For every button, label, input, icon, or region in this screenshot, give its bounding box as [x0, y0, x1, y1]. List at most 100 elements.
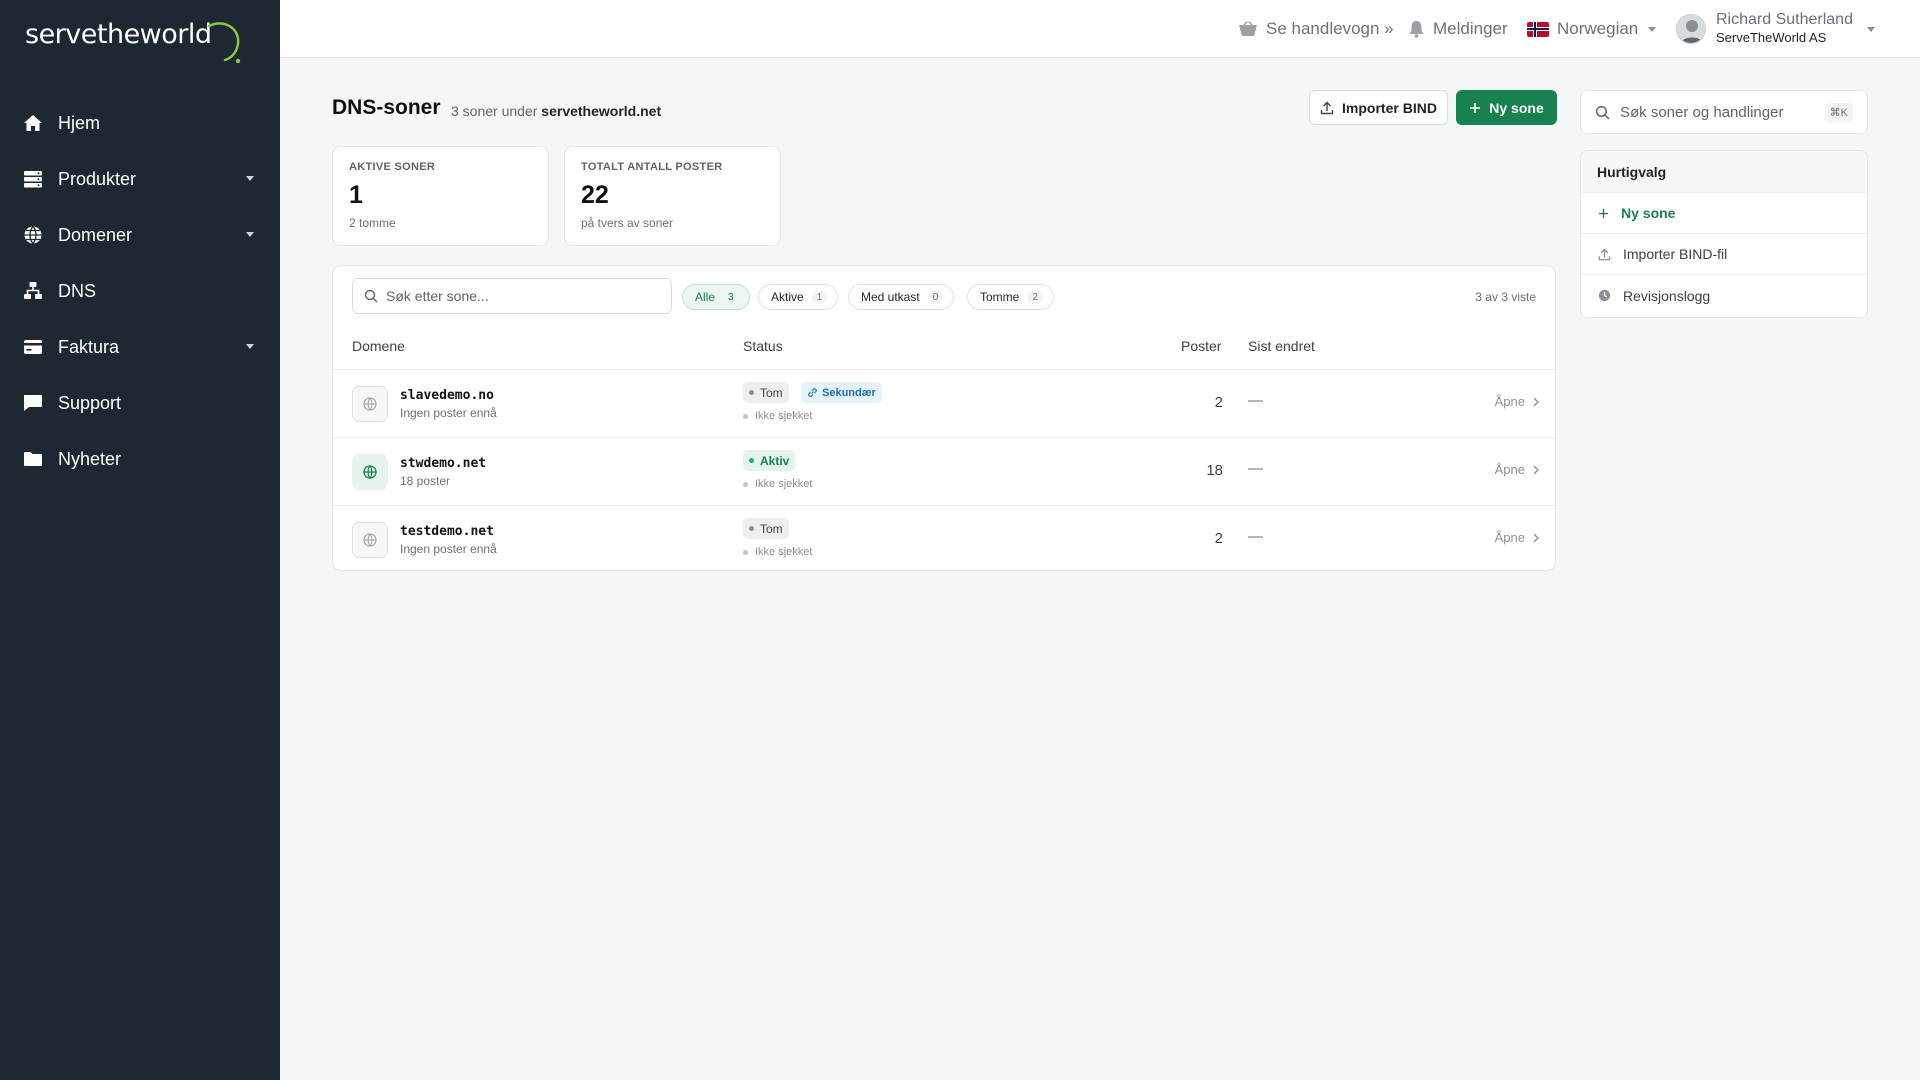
filter-count: 2 [1027, 290, 1043, 304]
user-company: ServeTheWorld AS [1716, 30, 1827, 45]
open-label: Åpne [1494, 462, 1525, 477]
results-count: 3 av 3 viste [1475, 290, 1536, 304]
subtitle-prefix: 3 soner under [451, 103, 538, 119]
cart-label: Se handlevogn » [1266, 19, 1394, 38]
cart-link[interactable]: Se handlevogn » [1238, 0, 1394, 58]
column-header-domain[interactable]: Domene [352, 338, 405, 354]
chevron-down-icon [1866, 26, 1875, 32]
sidebar-item-label: Produkter [58, 168, 137, 189]
basket-icon [1239, 21, 1257, 36]
upload-icon [1320, 101, 1334, 114]
status-label: Aktiv [760, 453, 790, 468]
user-menu[interactable]: Richard Sutherland ServeTheWorld AS [1676, 0, 1875, 58]
new-zone-button[interactable]: Ny sone [1456, 90, 1557, 125]
plus-icon [1470, 102, 1481, 113]
sidebar-item-label: Nyheter [58, 448, 122, 469]
sidebar-item-hjem[interactable]: Hjem [0, 95, 280, 151]
filter-count: 1 [811, 290, 828, 304]
filter-label: Tomme [980, 290, 1020, 304]
quick-item-label: Revisjonslogg [1623, 287, 1711, 304]
filter-label: Med utkast [861, 290, 920, 304]
brand-logo[interactable]: servetheworld [25, 20, 241, 68]
check-status: Ikke sjekket [743, 546, 812, 558]
zone-search-input[interactable]: Søk etter sone... [352, 278, 672, 314]
quick-item-new-zone[interactable]: Ny sone [1581, 193, 1867, 234]
zone-sub: 18 poster [400, 474, 451, 488]
filter-chip-alle[interactable]: Alle 3 [682, 284, 750, 310]
home-icon [23, 113, 43, 133]
stat-note: 2 tomme [349, 216, 396, 230]
status-dot [749, 526, 754, 531]
notifications-link[interactable]: Meldinger [1408, 0, 1508, 58]
filter-count: 3 [728, 291, 734, 303]
record-count: 18 [1206, 462, 1223, 479]
open-zone-link[interactable]: Åpne [1495, 394, 1539, 409]
column-header-records[interactable]: Poster [1181, 338, 1221, 354]
global-search-input[interactable]: Søk soner og handlinger ⌘K [1580, 90, 1868, 134]
record-count: 2 [1214, 394, 1223, 411]
open-zone-link[interactable]: Åpne [1495, 530, 1539, 545]
stat-card-active-zones: AKTIVE SONER 1 2 tomme [332, 146, 549, 246]
status-badge: Aktiv [743, 450, 796, 471]
quick-item-audit-log[interactable]: Revisjonslogg [1581, 275, 1867, 316]
quick-actions-title: Hurtigvalg [1581, 151, 1867, 193]
sidebar-item-faktura[interactable]: Faktura [0, 319, 280, 375]
stat-note: på tvers av soner [581, 216, 674, 230]
stat-label: AKTIVE SONER [349, 161, 436, 173]
sidebar-item-label: Hjem [58, 112, 101, 133]
new-zone-label: Ny sone [1489, 99, 1544, 116]
table-row[interactable]: testdemo.net Ingen poster ennå Tom Ikke … [333, 505, 1555, 573]
bell-icon [1409, 21, 1424, 38]
last-changed: — [1248, 392, 1263, 409]
globe-icon [352, 454, 388, 490]
open-zone-link[interactable]: Åpne [1495, 462, 1539, 477]
last-changed: — [1248, 528, 1263, 545]
subtitle-domain: servetheworld.net [541, 103, 662, 119]
table-row[interactable]: slavedemo.no Ingen poster ennå Tom Sekun… [333, 369, 1555, 437]
server-icon [23, 169, 43, 189]
filter-chip-aktive[interactable]: Aktive 1 [758, 284, 839, 310]
zone-domain[interactable]: testdemo.net [400, 524, 494, 539]
sidebar-item-produkter[interactable]: Produkter [0, 151, 280, 207]
column-header-changed[interactable]: Sist endret [1248, 338, 1315, 354]
filter-chip-tomme[interactable]: Tomme 2 [967, 284, 1054, 310]
sidebar-item-domener[interactable]: Domener [0, 207, 280, 263]
sidebar-item-support[interactable]: Support [0, 375, 280, 431]
search-icon [364, 289, 378, 303]
stat-card-total-records: TOTALT ANTALL POSTER 22 på tvers av sone… [564, 146, 781, 246]
zone-domain[interactable]: slavedemo.no [400, 388, 494, 403]
zone-search-placeholder: Søk etter sone... [386, 288, 489, 304]
user-info: Richard Sutherland ServeTheWorld AS [1716, 11, 1853, 47]
stat-value: 22 [581, 181, 609, 209]
user-name: Richard Sutherland [1716, 11, 1853, 28]
page-subtitle: 3 soner under servetheworld.net [451, 103, 661, 119]
globe-icon [23, 225, 43, 245]
open-label: Åpne [1494, 530, 1525, 545]
avatar [1676, 14, 1706, 44]
sitemap-icon [23, 281, 43, 301]
language-selector[interactable]: Norwegian [1527, 0, 1657, 58]
quick-item-import-bind[interactable]: Importer BIND-fil [1581, 234, 1867, 275]
filter-label: Aktive [771, 290, 804, 304]
table-row[interactable]: stwdemo.net 18 poster Aktiv Ikke sjekket… [333, 437, 1555, 505]
globe-icon [352, 386, 388, 422]
chat-icon [23, 393, 43, 413]
keyboard-shortcut: ⌘K [1824, 103, 1853, 122]
zone-sub: Ingen poster ennå [400, 406, 497, 420]
notifications-label: Meldinger [1433, 19, 1508, 38]
quick-item-label: Ny sone [1621, 205, 1676, 221]
zone-domain[interactable]: stwdemo.net [400, 456, 486, 471]
import-bind-button[interactable]: Importer BIND [1309, 90, 1448, 125]
plus-icon [1598, 208, 1609, 218]
filter-chip-med-utkast[interactable]: Med utkast 0 [848, 284, 955, 310]
sidebar-item-nyheter[interactable]: Nyheter [0, 431, 280, 487]
stat-value: 1 [349, 181, 363, 209]
sidebar-item-label: Faktura [58, 336, 120, 357]
chevron-down-icon [246, 344, 254, 349]
globe-icon [352, 522, 388, 558]
column-header-status[interactable]: Status [743, 338, 783, 354]
credit-card-icon [23, 337, 43, 357]
record-count: 2 [1214, 530, 1223, 547]
folder-icon [23, 449, 43, 469]
sidebar-item-dns[interactable]: DNS [0, 263, 280, 319]
